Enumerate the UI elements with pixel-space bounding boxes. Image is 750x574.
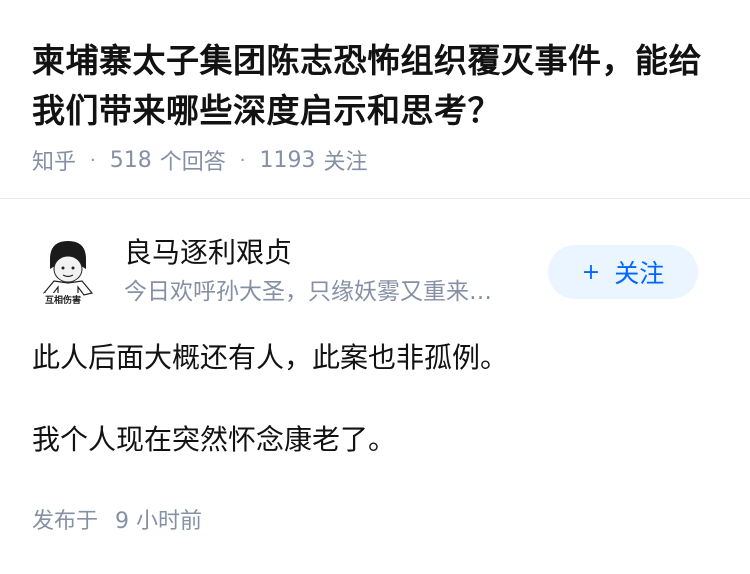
answer-paragraph: 我个人现在突然怀念康老了。 (32, 423, 397, 456)
follower-count: 1193 (259, 147, 316, 173)
question-header: 柬埔寨太子集团陈志恐怖组织覆灭事件，能给我们带来哪些深度启示和思考？ 知乎 · … (0, 0, 750, 198)
answer-card: 互相伤害 良马逐利艰贞 今日欢呼孙大圣，只缘妖雾又重来… + 关注 此人后面大概… (0, 199, 750, 574)
answer-count-label: 个回答 (159, 150, 226, 175)
source-label[interactable]: 知乎 (32, 144, 76, 176)
plus-icon: + (581, 259, 601, 285)
answer-content: 此人后面大概还有人，此案也非孤例。 我个人现在突然怀念康老了。 (32, 339, 722, 503)
question-title[interactable]: 柬埔寨太子集团陈志恐怖组织覆灭事件，能给我们带来哪些深度启示和思考？ (32, 36, 732, 136)
answer-count: 518 (109, 147, 152, 173)
author-bio: 今日欢呼孙大圣，只缘妖雾又重来… (124, 279, 492, 305)
follow-label: 关注 (614, 259, 665, 288)
posted-label: 发布于 (32, 509, 99, 534)
follow-button[interactable]: + 关注 (548, 245, 698, 299)
avatar[interactable]: 互相伤害 (32, 237, 104, 309)
separator-dot: · (239, 149, 246, 171)
posted-time-value: 9 小时前 (115, 509, 203, 534)
author-name[interactable]: 良马逐利艰贞 (124, 235, 292, 271)
follower-count-label: 关注 (323, 150, 368, 175)
answer-paragraph: 此人后面大概还有人，此案也非孤例。 (32, 341, 509, 374)
question-meta: 知乎 · 518 个回答 · 1193 关注 (32, 144, 368, 176)
separator-dot: · (90, 149, 96, 171)
avatar-caption: 互相伤害 (44, 293, 83, 306)
posted-time: 发布于 9 小时前 (32, 507, 202, 537)
